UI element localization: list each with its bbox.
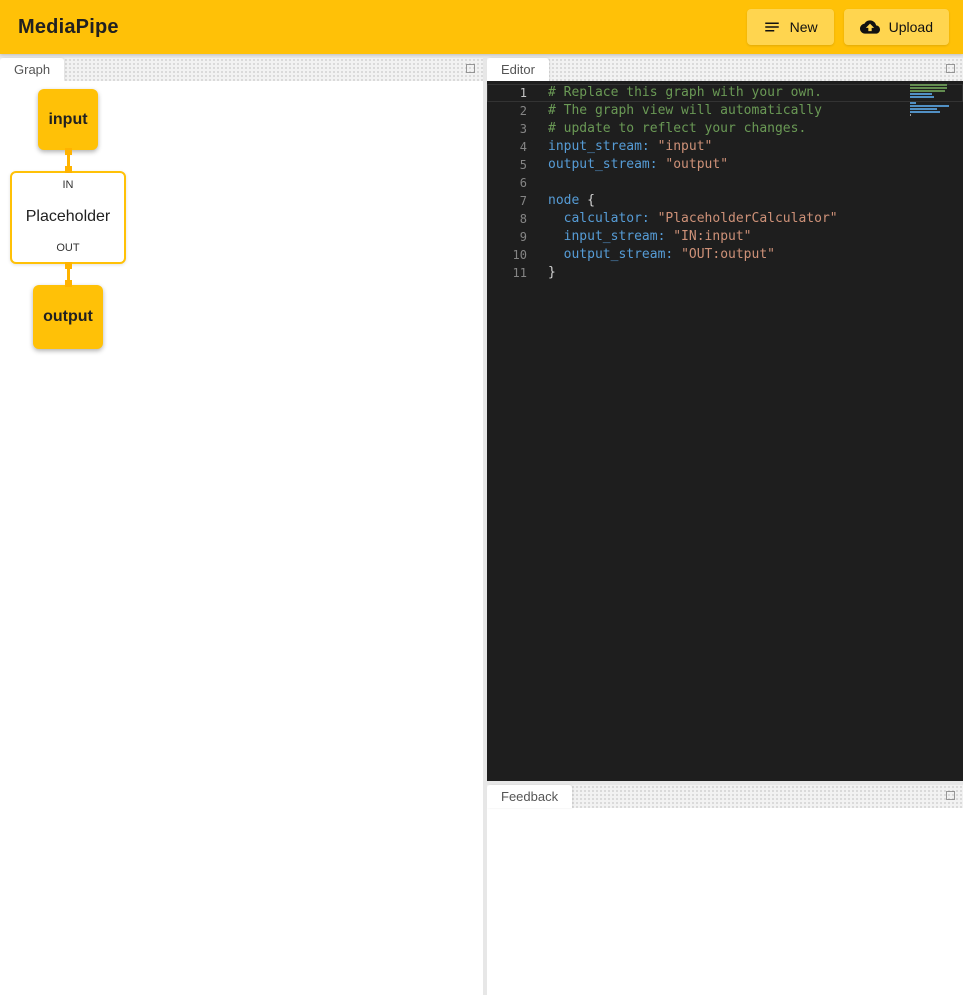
new-button-label: New bbox=[790, 19, 818, 35]
line-code: # Replace this graph with your own. bbox=[527, 84, 822, 102]
graph-column: input IN Placeholder OUT output bbox=[10, 89, 126, 349]
editor-line: 4input_stream: "input" bbox=[487, 138, 963, 156]
tab-editor[interactable]: Editor bbox=[487, 58, 549, 81]
upload-button[interactable]: Upload bbox=[844, 9, 949, 45]
line-number: 11 bbox=[487, 264, 527, 282]
line-number: 9 bbox=[487, 228, 527, 246]
maximize-icon-graph[interactable] bbox=[466, 64, 475, 73]
maximize-icon-editor[interactable] bbox=[946, 64, 955, 73]
new-button[interactable]: New bbox=[747, 9, 834, 45]
graph-canvas[interactable]: input IN Placeholder OUT output bbox=[0, 81, 483, 995]
connector-port-top bbox=[65, 148, 72, 155]
input-node[interactable]: input bbox=[38, 89, 98, 150]
minimap-line bbox=[910, 90, 945, 92]
editor-line: 9 input_stream: "IN:input" bbox=[487, 228, 963, 246]
right-column: Editor 1# Replace this graph with your o… bbox=[487, 58, 963, 995]
line-code: } bbox=[527, 264, 556, 282]
minimap-line bbox=[910, 105, 949, 107]
feedback-content bbox=[487, 808, 963, 995]
output-node[interactable]: output bbox=[33, 285, 103, 349]
editor-panel: Editor 1# Replace this graph with your o… bbox=[487, 58, 963, 781]
graph-panel: Graph input IN Placeholder OUT bbox=[0, 58, 483, 995]
line-number: 3 bbox=[487, 120, 527, 138]
minimap-line bbox=[910, 96, 934, 98]
tab-graph[interactable]: Graph bbox=[0, 58, 64, 81]
connector-port-top bbox=[65, 262, 72, 269]
line-code: # update to reflect your changes. bbox=[527, 120, 806, 138]
tab-graph-label: Graph bbox=[14, 62, 50, 77]
editor-line: 5output_stream: "output" bbox=[487, 156, 963, 174]
maximize-icon-feedback[interactable] bbox=[946, 791, 955, 800]
minimap-line bbox=[910, 102, 916, 104]
line-number: 1 bbox=[487, 84, 527, 102]
editor-lines: 1# Replace this graph with your own.2# T… bbox=[487, 84, 963, 282]
minimap-line bbox=[910, 111, 940, 113]
line-code: output_stream: "output" bbox=[527, 156, 728, 174]
line-code bbox=[527, 174, 556, 192]
feedback-tab-strip: Feedback bbox=[487, 785, 963, 808]
edge-input-placeholder bbox=[65, 150, 72, 171]
tab-editor-label: Editor bbox=[501, 62, 535, 77]
line-code: input_stream: "input" bbox=[527, 138, 712, 156]
editor-line: 11} bbox=[487, 264, 963, 282]
tab-feedback[interactable]: Feedback bbox=[487, 785, 572, 808]
line-number: 5 bbox=[487, 156, 527, 174]
line-code: output_stream: "OUT:output" bbox=[527, 246, 775, 264]
editor-tab-strip: Editor bbox=[487, 58, 963, 81]
graph-tab-strip: Graph bbox=[0, 58, 483, 81]
editor-line: 6 bbox=[487, 174, 963, 192]
editor-minimap[interactable] bbox=[910, 84, 950, 117]
notes-icon bbox=[763, 18, 781, 36]
minimap-line bbox=[910, 84, 947, 86]
workspace: Graph input IN Placeholder OUT bbox=[0, 54, 963, 995]
feedback-panel: Feedback bbox=[487, 785, 963, 995]
editor-line: 8 calculator: "PlaceholderCalculator" bbox=[487, 210, 963, 228]
line-code: node { bbox=[527, 192, 595, 210]
line-number: 7 bbox=[487, 192, 527, 210]
editor-line: 2# The graph view will automatically bbox=[487, 102, 963, 120]
line-number: 4 bbox=[487, 138, 527, 156]
line-number: 6 bbox=[487, 174, 527, 192]
minimap-line bbox=[910, 108, 937, 110]
editor-line: 10 output_stream: "OUT:output" bbox=[487, 246, 963, 264]
app-header: MediaPipe New Upload bbox=[0, 0, 963, 54]
minimap-line bbox=[910, 87, 947, 89]
line-code: # The graph view will automatically bbox=[527, 102, 822, 120]
code-editor[interactable]: 1# Replace this graph with your own.2# T… bbox=[487, 81, 963, 781]
placeholder-node[interactable]: IN Placeholder OUT bbox=[10, 171, 126, 264]
editor-line: 7node { bbox=[487, 192, 963, 210]
placeholder-node-label: Placeholder bbox=[26, 208, 111, 226]
in-port-label: IN bbox=[63, 179, 74, 191]
upload-button-label: Upload bbox=[889, 19, 933, 35]
app-title: MediaPipe bbox=[18, 16, 737, 39]
minimap-line bbox=[910, 114, 911, 116]
minimap-line bbox=[910, 93, 932, 95]
connector-port-bottom bbox=[65, 166, 72, 173]
line-code: calculator: "PlaceholderCalculator" bbox=[527, 210, 838, 228]
line-number: 10 bbox=[487, 246, 527, 264]
editor-line: 3# update to reflect your changes. bbox=[487, 120, 963, 138]
out-port-label: OUT bbox=[56, 242, 79, 254]
line-code: input_stream: "IN:input" bbox=[527, 228, 752, 246]
editor-line: 1# Replace this graph with your own. bbox=[487, 84, 963, 102]
cloud-upload-icon bbox=[860, 17, 880, 37]
line-number: 2 bbox=[487, 102, 527, 120]
tab-feedback-label: Feedback bbox=[501, 789, 558, 804]
line-number: 8 bbox=[487, 210, 527, 228]
connector-port-bottom bbox=[65, 280, 72, 287]
edge-placeholder-output bbox=[65, 264, 72, 285]
